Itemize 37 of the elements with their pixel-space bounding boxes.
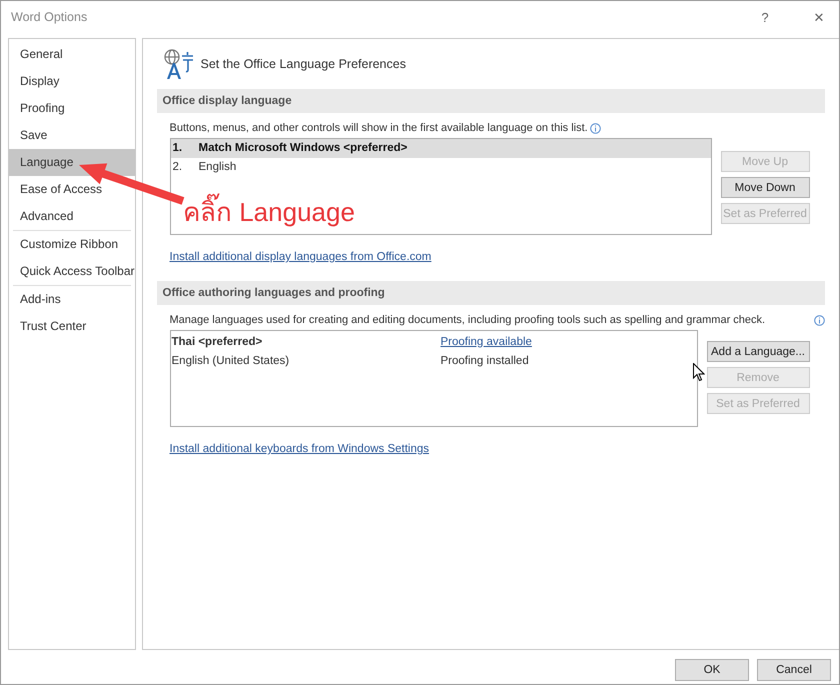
window-title: Word Options bbox=[11, 10, 88, 24]
list-item[interactable]: 1. Match Microsoft Windows <preferred> bbox=[170, 139, 710, 158]
help-button[interactable]: ? bbox=[745, 10, 785, 24]
dialog-button[interactable]: OK bbox=[675, 659, 749, 681]
sidebar-item[interactable]: Language bbox=[9, 149, 134, 176]
language-name: Thai <preferred> bbox=[172, 335, 264, 350]
language-name: English (United States) bbox=[172, 354, 290, 369]
proofing-link[interactable]: Proofing available bbox=[440, 333, 532, 352]
sidebar-item[interactable]: Trust Center bbox=[9, 313, 134, 340]
sidebar-item[interactable]: Proofing bbox=[9, 95, 134, 122]
sidebar-item[interactable]: Quick Access Toolbar bbox=[9, 258, 134, 285]
list-button[interactable]: Move Down bbox=[720, 177, 810, 198]
cursor-icon bbox=[693, 363, 705, 382]
install-link[interactable]: Install additional display languages from Office.com bbox=[170, 251, 432, 263]
section-header: Office authoring languages and proofing bbox=[156, 281, 824, 305]
description-text: Buttons, menus, and other controls will show in the first available language on this list. bbox=[170, 121, 588, 136]
authoring-language-list[interactable]: Thai <preferred> Proofing available English (United States) Proofing installed bbox=[170, 330, 698, 427]
list-item[interactable]: 2. English bbox=[170, 158, 710, 177]
sidebar-item[interactable]: Display bbox=[9, 68, 134, 95]
sidebar-item[interactable]: Save bbox=[9, 122, 134, 149]
proofing-status: Proofing installed bbox=[440, 354, 529, 369]
close-button[interactable]: ✕ bbox=[799, 10, 839, 24]
sidebar-item[interactable]: Add-ins bbox=[9, 286, 134, 313]
sidebar-item[interactable]: Advanced bbox=[9, 203, 134, 230]
list-button[interactable]: Add a Language... bbox=[706, 341, 810, 362]
sidebar-item[interactable]: Ease of Access bbox=[9, 176, 134, 203]
info-icon bbox=[590, 123, 601, 134]
keyboards-link[interactable]: Install additional keyboards from Windows Settings bbox=[170, 443, 430, 455]
language-icon bbox=[162, 48, 194, 80]
page-title: Set the Office Language Preferences bbox=[200, 57, 406, 71]
sidebar-item[interactable]: General bbox=[9, 41, 134, 68]
annotation-text: คลิ๊ก Language bbox=[183, 191, 355, 232]
sidebar-item[interactable]: Customize Ribbon bbox=[9, 231, 134, 258]
info-icon bbox=[814, 315, 824, 326]
section-header: Office display language bbox=[156, 89, 824, 113]
description-text: Manage languages used for creating and editing documents, including proofing tools such as spelling and grammar check. bbox=[170, 313, 766, 328]
dialog-button[interactable]: Cancel bbox=[757, 659, 831, 681]
